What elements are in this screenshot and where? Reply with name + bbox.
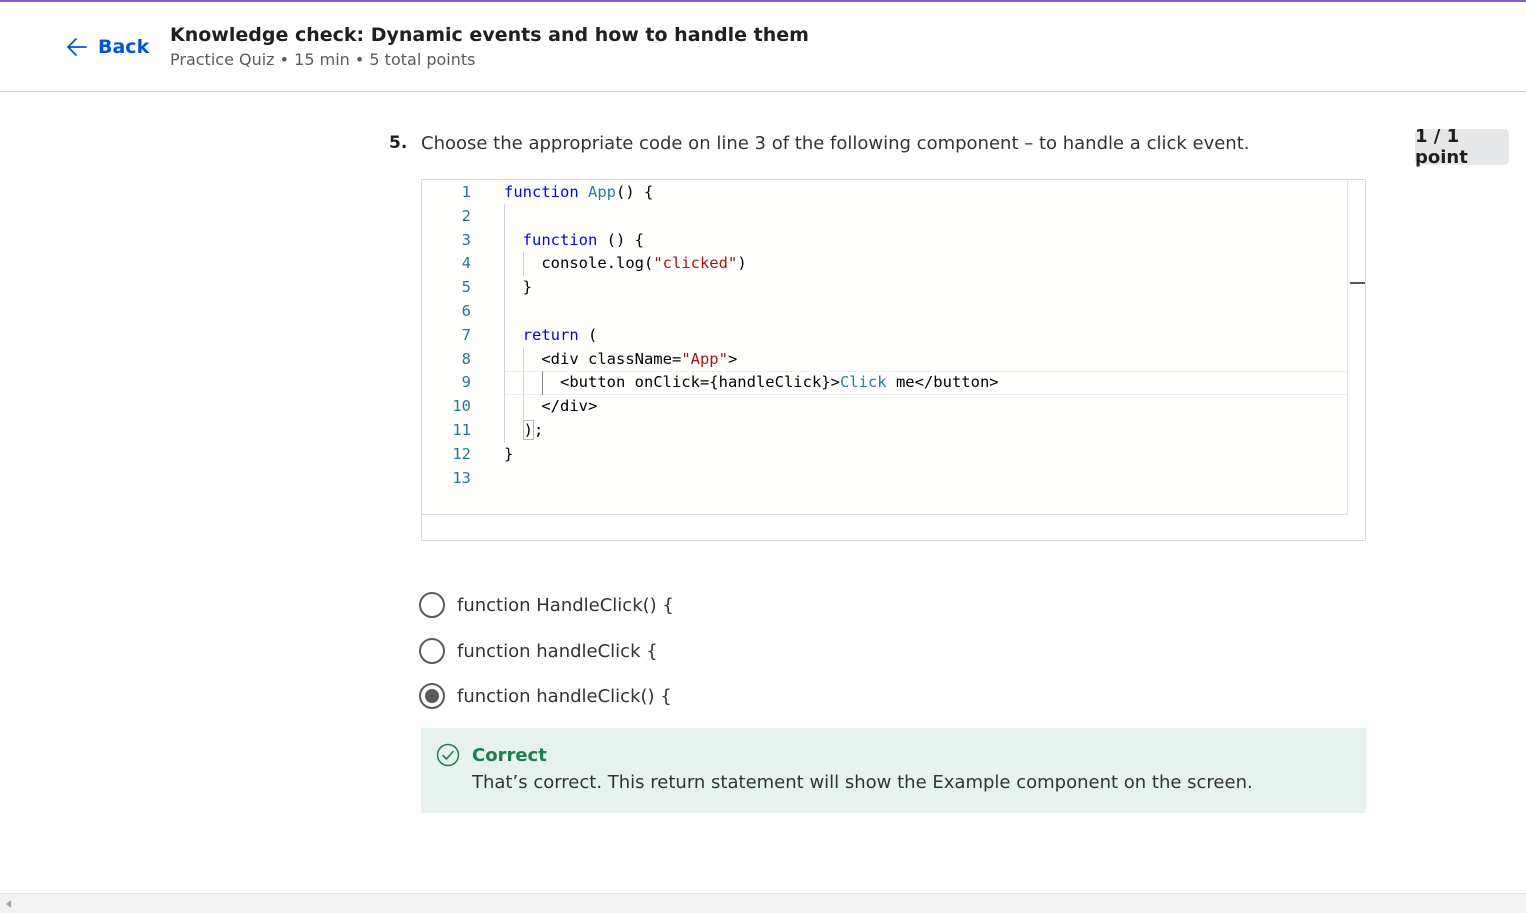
option-label: function handleClick { (457, 640, 658, 662)
code-line: 10 </div> (422, 394, 1365, 418)
feedback-title: Correct (472, 745, 547, 766)
code-line: 3 function () { (422, 228, 1365, 252)
code-line: 1 function App() { (422, 180, 1365, 204)
code-text: </div> (504, 397, 598, 416)
line-number: 3 (461, 230, 471, 249)
scroll-position-marker (1350, 282, 1365, 284)
code-block: 1 function App() {2 3 function () {4 conso… (421, 179, 1366, 541)
code-text: } (504, 278, 532, 297)
code-text: <div className="App"> (504, 349, 738, 368)
back-button[interactable]: Back (64, 34, 149, 60)
code-text: function App() { (504, 183, 654, 201)
code-line: 2 (422, 204, 1365, 228)
quiz-header: Back Knowledge check: Dynamic events and… (0, 2, 1526, 92)
score-badge: 1 / 1 point (1415, 126, 1509, 168)
code-line: 7 return ( (422, 323, 1365, 347)
radio-button[interactable] (419, 638, 445, 664)
check-circle-icon (436, 743, 460, 767)
back-label: Back (98, 36, 150, 58)
line-number: 6 (461, 302, 471, 320)
line-number: 11 (452, 421, 471, 439)
line-number: 13 (452, 468, 471, 487)
code-text: return ( (522, 325, 598, 344)
code-text: console.log("clicked") (504, 254, 747, 273)
line-number: 9 (461, 373, 471, 392)
radio-button[interactable] (419, 592, 445, 618)
feedback-panel: Correct That’s correct. This return stat… (421, 728, 1366, 813)
question-text: Choose the appropriate code on line 3 of… (421, 133, 1250, 154)
code-line: 9 <button onClick={handleClick}>Click me… (422, 370, 1365, 394)
option-2[interactable]: function handleClick { (419, 638, 658, 664)
quiz-title: Knowledge check: Dynamic events and how … (170, 24, 809, 46)
line-number: 4 (461, 254, 471, 273)
line-number: 8 (461, 349, 471, 368)
code-line: 5 } (422, 275, 1365, 299)
quiz-meta: Practice Quiz • 15 min • 5 total points (170, 50, 476, 69)
question-number: 5. (389, 133, 408, 153)
code-line: 13 (422, 466, 1365, 490)
code-text: function () { (522, 230, 644, 249)
line-number: 10 (452, 397, 471, 416)
code-editor[interactable]: 1 function App() {2 3 function () {4 conso… (422, 180, 1365, 515)
horizontal-scrollbar[interactable] (0, 893, 1526, 913)
feedback-text: That’s correct. This return statement wi… (472, 772, 1253, 793)
code-line: 11 ); (422, 418, 1365, 442)
option-3[interactable]: function handleClick() { (419, 683, 672, 709)
code-line: 6 (422, 299, 1365, 323)
code-text: <button onClick={handleClick}>Click me</… (504, 373, 999, 392)
code-line: 8 <div className="App"> (422, 347, 1365, 371)
option-label: function HandleClick() { (457, 594, 674, 616)
option-1[interactable]: function HandleClick() { (419, 592, 674, 618)
code-line: 4 console.log("clicked") (422, 251, 1365, 275)
line-number: 2 (461, 206, 471, 225)
code-text: } (504, 444, 514, 463)
code-text: ); (522, 420, 544, 440)
code-line: 12} (422, 442, 1365, 466)
line-number: 7 (461, 325, 471, 344)
scroll-left-arrow-icon[interactable] (6, 900, 11, 908)
line-number: 5 (461, 278, 471, 297)
radio-dot (425, 689, 439, 703)
line-number: 1 (461, 183, 471, 201)
radio-button-selected[interactable] (419, 683, 445, 709)
option-label: function handleClick() { (457, 685, 672, 707)
arrow-left-icon (67, 38, 87, 56)
code-vertical-scrollbar[interactable] (1347, 180, 1365, 515)
line-number: 12 (452, 444, 471, 463)
